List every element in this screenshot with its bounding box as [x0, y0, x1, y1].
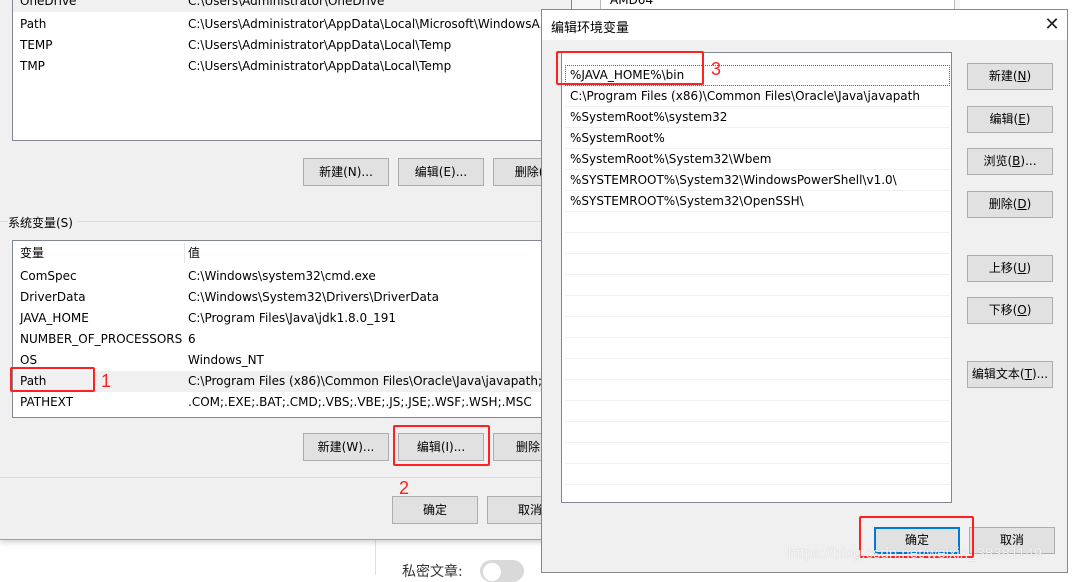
list-item[interactable]: %SystemRoot% [565, 128, 950, 149]
user-edit-button[interactable]: 编辑(E)... [398, 158, 484, 186]
annotation-number-1: 1 [101, 371, 112, 391]
annotation-box-2 [393, 425, 490, 466]
empty-list-item[interactable] [565, 212, 950, 233]
empty-list-item[interactable] [565, 464, 950, 485]
path-entries-list[interactable]: %JAVA_HOME%\bin C:\Program Files (x86)\C… [561, 52, 952, 503]
table-row[interactable]: PATHEXT .COM;.EXE;.BAT;.CMD;.VBS;.VBE;.JS… [13, 392, 571, 413]
list-item[interactable]: %SYSTEMROOT%\System32\OpenSSH\ [565, 191, 950, 212]
table-row[interactable]: NUMBER_OF_PROCESSORS 6 [13, 329, 571, 350]
title-bar[interactable]: 编辑环境变量 ✕ [542, 10, 1067, 40]
browse-button[interactable]: 浏览(B)... [967, 148, 1053, 175]
edit-entry-button[interactable]: 编辑(E) [967, 106, 1053, 133]
env-ok-button[interactable]: 确定 [392, 496, 478, 524]
system-variables-list[interactable]: 变量 值 ComSpec C:\Windows\system32\cmd.exe … [12, 240, 572, 418]
column-header-value[interactable]: 值 [188, 241, 200, 266]
user-variables-list[interactable]: OneDrive C:\Users\Administrator\OneDrive … [12, 0, 572, 141]
system-new-button[interactable]: 新建(W)... [303, 433, 389, 461]
empty-list-item[interactable] [565, 359, 950, 380]
table-row[interactable]: JAVA_HOME C:\Program Files\Java\jdk1.8.0_… [13, 308, 571, 329]
table-row-selected[interactable]: Path C:\Program Files (x86)\Common Files\… [13, 371, 571, 392]
edit-text-button[interactable]: 编辑文本(T)... [967, 361, 1053, 388]
user-new-button[interactable]: 新建(N)... [303, 158, 389, 186]
empty-list-item[interactable] [565, 338, 950, 359]
annotation-number-2: 2 [399, 478, 410, 498]
table-row[interactable]: Path C:\Users\Administrator\AppData\Local… [13, 14, 571, 35]
column-separator[interactable] [184, 243, 185, 263]
empty-list-item[interactable] [565, 422, 950, 443]
empty-list-item[interactable] [565, 317, 950, 338]
move-up-button[interactable]: 上移(U) [967, 255, 1053, 282]
private-article-label: 私密文章: [402, 564, 463, 580]
list-header: 变量 值 [13, 241, 571, 266]
table-row[interactable]: OS Windows_NT [13, 350, 571, 371]
empty-list-item[interactable] [565, 254, 950, 275]
table-row[interactable]: TEMP C:\Users\Administrator\AppData\Local… [13, 35, 571, 56]
annotation-number-3: 3 [711, 59, 722, 79]
move-down-button[interactable]: 下移(O) [967, 297, 1053, 324]
annotation-box-1 [10, 367, 95, 392]
list-item[interactable]: C:\Program Files (x86)\Common Files\Orac… [565, 86, 950, 107]
footer-divider [0, 477, 560, 478]
annotation-box-3 [556, 51, 704, 85]
empty-list-item[interactable] [565, 401, 950, 422]
empty-list-item[interactable] [565, 233, 950, 254]
page-divider [375, 540, 376, 575]
list-item[interactable]: %SystemRoot%\system32 [565, 107, 950, 128]
new-entry-button[interactable]: 新建(N) [967, 63, 1053, 90]
empty-list-item[interactable] [565, 380, 950, 401]
system-variables-label: 系统变量(S) [8, 214, 77, 231]
table-row[interactable]: TMP C:\Users\Administrator\AppData\Local\… [13, 56, 571, 77]
empty-list-item[interactable] [565, 443, 950, 464]
column-header-name[interactable]: 变量 [20, 241, 44, 266]
edit-environment-variable-dialog: 编辑环境变量 ✕ %JAVA_HOME%\bin C:\Program File… [541, 9, 1068, 573]
list-item[interactable]: %SYSTEMROOT%\System32\WindowsPowerShell\… [565, 170, 950, 191]
close-icon[interactable]: ✕ [1039, 12, 1065, 38]
watermark: https://blog.csdn.net/weixin_38381149 [788, 545, 1043, 562]
private-article-toggle[interactable] [480, 560, 524, 582]
empty-list-item[interactable] [565, 275, 950, 296]
list-item[interactable]: %SystemRoot%\System32\Wbem [565, 149, 950, 170]
table-row[interactable]: OneDrive C:\Users\Administrator\OneDrive [13, 0, 571, 12]
group-divider [0, 221, 560, 222]
table-row[interactable]: ComSpec C:\Windows\system32\cmd.exe [13, 266, 571, 287]
delete-entry-button[interactable]: 删除(D) [967, 191, 1053, 218]
empty-list-item[interactable] [565, 296, 950, 317]
table-row[interactable]: DriverData C:\Windows\System32\Drivers\Dr… [13, 287, 571, 308]
dialog-title: 编辑环境变量 [551, 21, 630, 36]
